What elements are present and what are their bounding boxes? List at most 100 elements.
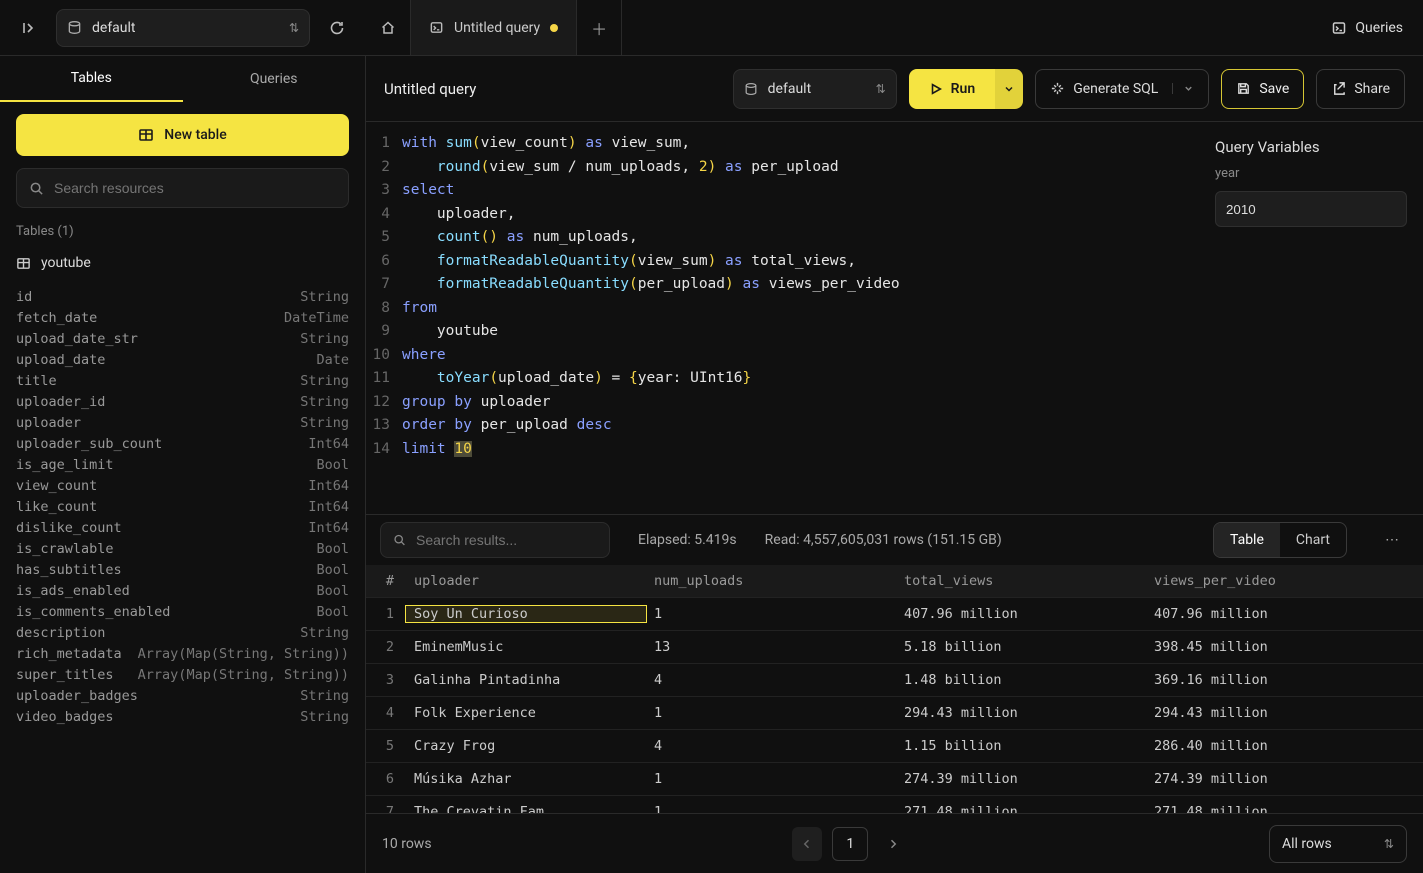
column-type: Bool xyxy=(316,560,349,580)
pager-next[interactable] xyxy=(878,827,908,861)
column-row[interactable]: super_titlesArray(Map(String, String)) xyxy=(16,665,349,685)
code-line: 1with sum(view_count) as view_sum, xyxy=(366,132,1199,156)
queries-link[interactable]: Queries xyxy=(1331,20,1403,36)
column-row[interactable]: uploader_idString xyxy=(16,392,349,412)
code-text: formatReadableQuantity(view_sum) as tota… xyxy=(402,250,856,274)
tab-new[interactable]: ＋ xyxy=(577,0,622,55)
results-search[interactable] xyxy=(380,522,610,558)
table-row[interactable]: 1Soy Un Curioso1407.96 million407.96 mil… xyxy=(366,598,1423,631)
view-table-button[interactable]: Table xyxy=(1214,523,1280,557)
column-row[interactable]: uploader_badges String xyxy=(16,686,349,706)
new-table-button[interactable]: New table xyxy=(16,114,349,156)
results-search-input[interactable] xyxy=(416,532,597,548)
column-type: String xyxy=(300,686,349,706)
pager-prev[interactable] xyxy=(792,827,822,861)
sidebar-tab-queries[interactable]: Queries xyxy=(183,56,366,102)
table-row[interactable]: 7The Crevatin Fam1271.48 million271.48 m… xyxy=(366,796,1423,813)
chevron-updown-icon: ⇅ xyxy=(876,82,886,96)
column-row[interactable]: is_age_limitBool xyxy=(16,455,349,475)
column-row[interactable]: upload_date_strString xyxy=(16,329,349,349)
column-row[interactable]: view_countInt64 xyxy=(16,476,349,496)
column-row[interactable]: has_subtitlesBool xyxy=(16,560,349,580)
tab-query[interactable]: Untitled query xyxy=(411,0,577,55)
code-text: uploader, xyxy=(402,203,516,227)
code-line: 8from xyxy=(366,297,1199,321)
sidebar-tab-tables[interactable]: Tables xyxy=(0,56,183,102)
column-row[interactable]: upload_dateDate xyxy=(16,350,349,370)
code-line: 4 uploader, xyxy=(366,203,1199,227)
cell-uploader: Galinha Pintadinha xyxy=(406,672,646,688)
column-name: uploader_badges xyxy=(16,686,138,706)
column-row[interactable]: fetch_dateDateTime xyxy=(16,308,349,328)
rows-per-page-select[interactable]: All rows ⇅ xyxy=(1269,825,1407,863)
column-name: upload_date xyxy=(16,350,105,370)
chevron-updown-icon: ⇅ xyxy=(289,21,299,35)
save-button[interactable]: Save xyxy=(1221,69,1304,109)
plus-icon: ＋ xyxy=(591,16,607,40)
database-icon xyxy=(67,20,82,35)
column-type: String xyxy=(300,623,349,643)
column-row[interactable]: idString xyxy=(16,287,349,307)
tab-home[interactable] xyxy=(366,0,411,55)
column-row[interactable]: is_comments_enabledBool xyxy=(16,602,349,622)
sidebar-collapse-button[interactable] xyxy=(12,11,46,45)
column-name: title xyxy=(16,371,57,391)
column-row[interactable]: dislike_countInt64 xyxy=(16,518,349,538)
table-row[interactable]: 4Folk Experience1294.43 million294.43 mi… xyxy=(366,697,1423,730)
sidebar-search[interactable] xyxy=(16,168,349,208)
view-chart-button[interactable]: Chart xyxy=(1280,523,1346,557)
line-number: 4 xyxy=(366,203,402,227)
cell-idx: 2 xyxy=(366,639,406,655)
code-line: 11 toYear(upload_date) = {year: UInt16} xyxy=(366,367,1199,391)
column-type: String xyxy=(300,392,349,412)
column-row[interactable]: like_countInt64 xyxy=(16,497,349,517)
results-table: # uploader num_uploads total_views views… xyxy=(366,565,1423,813)
share-button[interactable]: Share xyxy=(1316,69,1405,109)
results-more-button[interactable]: ⋯ xyxy=(1375,523,1409,557)
code-text: limit 10 xyxy=(402,438,472,462)
table-row[interactable]: 2EminemMusic135.18 billion398.45 million xyxy=(366,631,1423,664)
refresh-button[interactable] xyxy=(320,11,354,45)
sidebar-search-input[interactable] xyxy=(54,180,336,196)
chevron-down-icon xyxy=(1172,83,1194,94)
share-icon xyxy=(1331,81,1346,96)
column-row[interactable]: is_crawlableBool xyxy=(16,539,349,559)
run-label: Run xyxy=(951,81,976,97)
column-row[interactable]: uploader_sub_countInt64 xyxy=(16,434,349,454)
table-row[interactable]: 3Galinha Pintadinha41.48 billion369.16 m… xyxy=(366,664,1423,697)
column-row[interactable]: uploaderString xyxy=(16,413,349,433)
column-row[interactable]: rich_metadataArray(Map(String, String)) xyxy=(16,644,349,664)
toolbar-database-select[interactable]: default ⇅ xyxy=(733,69,897,109)
cell-total-views: 1.48 billion xyxy=(896,672,1146,688)
cell-uploader: Músika Azhar xyxy=(406,771,646,787)
cell-total-views: 274.39 million xyxy=(896,771,1146,787)
run-button[interactable]: Run xyxy=(909,69,996,109)
column-name: is_comments_enabled xyxy=(16,602,170,622)
table-row[interactable]: 5Crazy Frog41.15 billion286.40 million xyxy=(366,730,1423,763)
database-select[interactable]: default ⇅ xyxy=(56,9,310,47)
run-dropdown[interactable] xyxy=(995,69,1023,109)
toolbar: Untitled query default ⇅ Run Generate SQ… xyxy=(366,56,1423,122)
column-name: super_titles xyxy=(16,665,114,685)
cell-idx: 4 xyxy=(366,705,406,721)
table-row[interactable]: 6Músika Azhar1274.39 million274.39 milli… xyxy=(366,763,1423,796)
column-row[interactable]: video_badgesString xyxy=(16,707,349,727)
code-text: with sum(view_count) as view_sum, xyxy=(402,132,690,156)
var-input-year[interactable] xyxy=(1215,191,1407,227)
column-row[interactable]: is_ads_enabledBool xyxy=(16,581,349,601)
column-row[interactable]: titleString xyxy=(16,371,349,391)
line-number: 5 xyxy=(366,226,402,250)
cell-uploader: The Crevatin Fam xyxy=(406,804,646,813)
refresh-icon xyxy=(329,20,345,36)
table-item[interactable]: youtube xyxy=(16,251,349,275)
sql-editor[interactable]: 1with sum(view_count) as view_sum,2 roun… xyxy=(366,122,1199,514)
column-name: view_count xyxy=(16,476,97,496)
generate-sql-button[interactable]: Generate SQL xyxy=(1035,69,1209,109)
line-number: 8 xyxy=(366,297,402,321)
table-icon xyxy=(16,256,31,271)
column-row[interactable]: descriptionString xyxy=(16,623,349,643)
topbar: default ⇅ Untitled query ＋ Queries xyxy=(0,0,1423,56)
query-title: Untitled query xyxy=(384,80,476,98)
pager-page[interactable]: 1 xyxy=(832,827,868,861)
cell-views-per-video: 271.48 million xyxy=(1146,804,1407,813)
